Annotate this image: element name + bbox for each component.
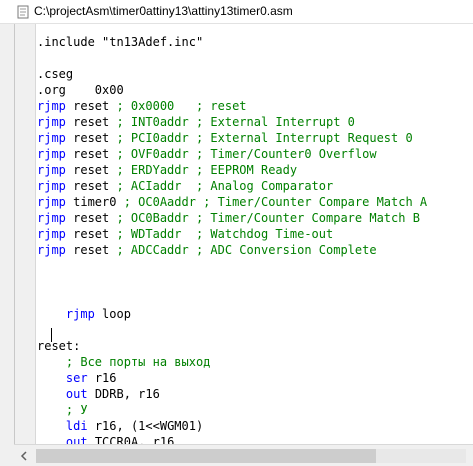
code-text: reset — [65, 211, 117, 225]
code-line[interactable]: rjmp loop — [37, 306, 427, 322]
chevron-left-icon[interactable] — [16, 448, 32, 464]
code-keyword: ldi — [65, 419, 88, 433]
code-text: reset — [65, 147, 117, 161]
code-keyword: rjmp — [37, 115, 66, 129]
editor-window: C:\projectAsm\timer0attiny13\attiny13tim… — [0, 0, 473, 466]
code-text: reset — [65, 131, 117, 145]
code-text: reset — [65, 179, 117, 193]
code-line[interactable]: out TCCR0A, r16 — [37, 434, 427, 444]
code-line[interactable]: rjmp reset ; WDTaddr ; Watchdog Time-out — [37, 226, 427, 242]
code-text: .cseg — [37, 67, 74, 81]
code-line[interactable] — [37, 322, 427, 338]
code-line[interactable]: ldi r16, (1<<WGM01) — [37, 418, 427, 434]
code-lines[interactable]: .include "tn13Adef.inc" .cseg .org 0x00 rj… — [37, 34, 427, 444]
code-keyword: out — [65, 387, 88, 401]
code-line[interactable]: reset: — [37, 338, 427, 354]
code-keyword: rjmp — [37, 243, 66, 257]
code-comment: ; INT0addr ; External Interrupt 0 — [116, 115, 355, 129]
code-keyword: rjmp — [37, 147, 66, 161]
code-text: .org 0x00 — [37, 83, 124, 97]
code-comment: ; OVF0addr ; Timer/Counter0 Overflow — [116, 147, 377, 161]
code-keyword: rjmp — [37, 99, 66, 113]
code-text: loop — [94, 307, 131, 321]
code-line[interactable]: rjmp reset ; ERDYaddr ; EEPROM Ready — [37, 162, 427, 178]
code-comment: ; У — [65, 403, 88, 417]
code-text: r16 — [87, 371, 117, 385]
code-line[interactable]: rjmp reset ; INT0addr ; External Interru… — [37, 114, 427, 130]
code-comment: ; OC0Aaddr ; Timer/Counter Compare Match… — [123, 195, 428, 209]
code-text: reset: — [37, 339, 81, 353]
code-keyword: ser — [65, 371, 88, 385]
code-line[interactable]: rjmp reset ; PCI0addr ; External Interru… — [37, 130, 427, 146]
code-text: timer0 — [65, 195, 124, 209]
code-text: r16, (1<<WGM01) — [87, 419, 204, 433]
code-line[interactable]: out DDRB, r16 — [37, 386, 427, 402]
code-line[interactable]: ; Все порты на выход — [37, 354, 427, 370]
title-bar[interactable]: C:\projectAsm\timer0attiny13\attiny13tim… — [0, 0, 473, 24]
code-comment: ; WDTaddr ; Watchdog Time-out — [116, 227, 334, 241]
left-panel — [0, 24, 14, 466]
code-text: DDRB, r16 — [87, 387, 160, 401]
code-text: TCCR0A, r16 — [87, 435, 175, 444]
code-line[interactable]: .org 0x00 — [37, 82, 427, 98]
code-keyword: rjmp — [37, 163, 66, 177]
code-text: reset — [65, 227, 117, 241]
code-comment: ; ADCCaddr ; ADC Conversion Complete — [116, 243, 377, 257]
code-comment: ; OC0Baddr ; Timer/Counter Compare Match… — [116, 211, 420, 225]
code-line[interactable] — [37, 290, 427, 306]
window-title: C:\projectAsm\timer0attiny13\attiny13tim… — [34, 4, 293, 18]
code-comment: ; ACIaddr ; Analog Comparator — [116, 179, 334, 193]
code-keyword: rjmp — [37, 179, 66, 193]
code-text: reset — [65, 163, 117, 177]
code-keyword: rjmp — [65, 307, 95, 321]
code-line[interactable]: rjmp reset ; ADCCaddr ; ADC Conversion C… — [37, 242, 427, 258]
code-keyword: rjmp — [37, 227, 66, 241]
code-text: reset — [65, 243, 117, 257]
horizontal-scrollbar[interactable] — [14, 444, 473, 466]
code-line[interactable]: rjmp reset ; ACIaddr ; Analog Comparator — [37, 178, 427, 194]
code-line[interactable]: rjmp reset ; OVF0addr ; Timer/Counter0 O… — [37, 146, 427, 162]
code-comment: ; Все порты на выход — [65, 355, 211, 369]
code-line[interactable] — [37, 274, 427, 290]
editor-gutter — [15, 24, 36, 444]
code-line[interactable] — [37, 50, 427, 66]
code-keyword: rjmp — [37, 195, 66, 209]
code-editor[interactable]: .include "tn13Adef.inc" .cseg .org 0x00 rj… — [14, 24, 473, 444]
code-line[interactable]: rjmp timer0 ; OC0Aaddr ; Timer/Counter C… — [37, 194, 427, 210]
code-line[interactable]: rjmp reset ; OC0Baddr ; Timer/Counter Co… — [37, 210, 427, 226]
code-comment: ; PCI0addr ; External Interrupt Request … — [116, 131, 413, 145]
code-line[interactable]: ; У — [37, 402, 427, 418]
code-line[interactable]: .include "tn13Adef.inc" — [37, 34, 427, 50]
document-icon — [17, 5, 29, 19]
text-caret — [51, 328, 52, 342]
code-line[interactable]: rjmp reset ; 0x0000 ; reset — [37, 98, 427, 114]
code-keyword: out — [65, 435, 88, 444]
code-text: reset — [65, 115, 117, 129]
code-line[interactable] — [37, 258, 427, 274]
scroll-thumb[interactable] — [36, 449, 376, 463]
code-line[interactable]: .cseg — [37, 66, 427, 82]
code-comment: ; 0x0000 ; reset — [116, 99, 247, 113]
code-line[interactable]: ser r16 — [37, 370, 427, 386]
code-text: .include "tn13Adef.inc" — [37, 35, 204, 49]
code-keyword: rjmp — [37, 131, 66, 145]
code-keyword: rjmp — [37, 211, 66, 225]
code-text: reset — [65, 99, 117, 113]
code-comment: ; ERDYaddr ; EEPROM Ready — [116, 163, 298, 177]
